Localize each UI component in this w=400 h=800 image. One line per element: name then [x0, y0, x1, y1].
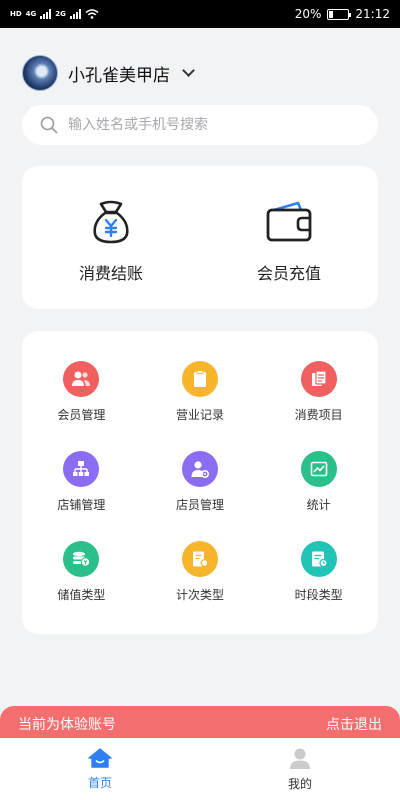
trial-account-text: 当前为体验账号: [18, 717, 116, 733]
checkout-button[interactable]: 消费结账: [22, 166, 200, 309]
records-icon: [181, 361, 218, 397]
quick-actions-card: 消费结账 会员充值: [22, 166, 378, 309]
store-name: 小孔雀美甲店: [68, 65, 170, 86]
status-bar: HD 4G 2G 20% 21:12: [0, 0, 400, 28]
bottom-nav: 首页 我的: [0, 738, 400, 800]
nav-mine[interactable]: 我的: [200, 738, 400, 800]
menu-label: 计次类型: [175, 588, 224, 602]
recharge-label: 会员充值: [256, 264, 321, 283]
menu-label: 店员管理: [175, 498, 224, 512]
battery-icon: [327, 8, 352, 20]
coins-icon: [63, 541, 100, 577]
nav-home-label: 首页: [87, 775, 112, 790]
menu-stored-value-types[interactable]: 储值类型: [22, 541, 141, 631]
clock: 21:12: [355, 7, 390, 21]
search-icon: [40, 116, 58, 134]
status-left: HD 4G 2G: [10, 9, 99, 19]
menu-label: 储值类型: [57, 588, 106, 602]
menu-business-records[interactable]: 营业记录: [141, 361, 260, 451]
hd-indicator: HD: [10, 10, 22, 18]
function-grid: 会员管理 营业记录 消费项目 店铺管理 店员管理 统计 储值类型 计次类型 时段…: [22, 331, 378, 634]
menu-label: 时段类型: [294, 588, 343, 602]
chevron-down-icon: [182, 64, 195, 77]
store-avatar: [22, 55, 58, 91]
logout-link[interactable]: 点击退出: [326, 714, 382, 734]
menu-label: 会员管理: [57, 408, 106, 422]
time-doc-icon: [300, 541, 337, 577]
network-2g-label: 2G: [55, 10, 66, 18]
count-card-icon: [181, 541, 218, 577]
trial-account-banner: 当前为体验账号 点击退出: [0, 706, 400, 742]
signal-icon-2: [69, 9, 81, 19]
menu-consumption-items[interactable]: 消费项目: [259, 361, 378, 451]
battery-percent: 20%: [294, 7, 322, 21]
menu-member-management[interactable]: 会员管理: [22, 361, 141, 451]
items-icon: [300, 361, 337, 397]
menu-count-types[interactable]: 计次类型: [141, 541, 260, 631]
menu-label: 消费项目: [294, 408, 343, 422]
menu-label: 营业记录: [175, 408, 224, 422]
members-icon: [63, 361, 100, 397]
signal-icon: [40, 9, 52, 19]
checkout-label: 消费结账: [78, 264, 143, 283]
money-bag-icon: [93, 200, 129, 244]
search-input[interactable]: [68, 117, 348, 133]
recharge-button[interactable]: 会员充值: [200, 166, 378, 309]
menu-label: 店铺管理: [57, 498, 106, 512]
menu-staff-management[interactable]: 店员管理: [141, 451, 260, 541]
nav-mine-label: 我的: [287, 776, 312, 791]
menu-store-management[interactable]: 店铺管理: [22, 451, 141, 541]
network-4g-label: 4G: [25, 10, 37, 18]
staff-icon: [181, 451, 218, 487]
menu-time-slot-types[interactable]: 时段类型: [259, 541, 378, 631]
search-bar[interactable]: [22, 105, 378, 145]
status-right: 20% 21:12: [295, 7, 390, 21]
menu-statistics[interactable]: 统计: [259, 451, 378, 541]
menu-label: 统计: [306, 498, 331, 512]
wallet-icon: [266, 201, 312, 242]
store-selector[interactable]: 小孔雀美甲店: [22, 55, 195, 91]
wifi-icon: [85, 9, 99, 19]
user-icon: [290, 748, 310, 769]
org-chart-icon: [63, 451, 100, 487]
home-icon: [88, 747, 112, 768]
nav-home[interactable]: 首页: [0, 738, 200, 800]
battery-fill: [329, 10, 333, 18]
statistics-icon: [300, 451, 337, 487]
